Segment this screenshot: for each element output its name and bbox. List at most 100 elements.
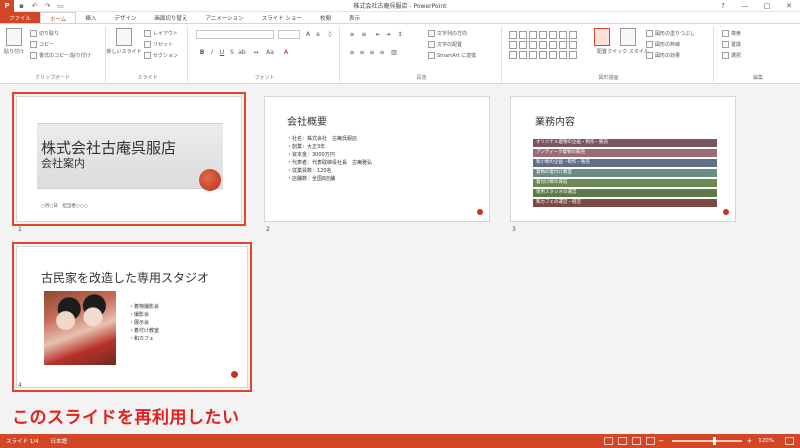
minimize-button[interactable]: — bbox=[734, 0, 756, 12]
underline-icon[interactable]: U bbox=[218, 48, 226, 56]
slide-sorter-view-icon[interactable] bbox=[617, 437, 627, 445]
shape-icon[interactable] bbox=[569, 51, 577, 59]
bullets-icon[interactable]: ≡ bbox=[348, 30, 356, 38]
close-button[interactable]: ✕ bbox=[778, 0, 800, 12]
strikethrough-icon[interactable]: ab bbox=[238, 48, 246, 56]
shape-fill-button[interactable]: 図形の塗りつぶし bbox=[646, 29, 695, 38]
effects-icon bbox=[646, 52, 653, 59]
shape-effects-button[interactable]: 図形の効果 bbox=[646, 51, 680, 60]
help-button[interactable]: ? bbox=[712, 0, 734, 12]
align-right-icon[interactable]: ≡ bbox=[368, 48, 376, 56]
shape-fill-label: 図形の塗りつぶし bbox=[655, 31, 696, 37]
shape-icon[interactable] bbox=[519, 41, 527, 49]
layout-button[interactable]: レイアウト bbox=[144, 29, 178, 38]
change-case-icon[interactable]: Aa bbox=[266, 48, 274, 56]
slide-thumbnail-1[interactable]: 株式会社古庵呉服店 会社案内 ○月○日 担当者○○○ bbox=[12, 92, 246, 226]
align-center-icon[interactable]: ≡ bbox=[358, 48, 366, 56]
char-spacing-icon[interactable]: ↔ bbox=[252, 48, 260, 56]
italic-icon[interactable]: I bbox=[208, 48, 216, 56]
numbering-icon[interactable]: ≡ bbox=[360, 30, 368, 38]
shape-icon[interactable] bbox=[529, 31, 537, 39]
zoom-in-button[interactable]: + bbox=[746, 437, 752, 445]
layout-label: レイアウト bbox=[153, 31, 179, 37]
maximize-button[interactable]: □ bbox=[756, 0, 778, 12]
shape-icon[interactable] bbox=[549, 51, 557, 59]
font-group: A a ◊ B I U S ab ↔ Aa A フォント bbox=[190, 26, 340, 82]
save-icon[interactable]: ▪ bbox=[16, 1, 27, 11]
shadow-icon[interactable]: S bbox=[228, 48, 236, 56]
shape-icon[interactable] bbox=[509, 41, 517, 49]
shape-outline-button[interactable]: 図形の枠線 bbox=[646, 40, 680, 49]
reading-view-icon[interactable] bbox=[631, 437, 641, 445]
cut-button[interactable]: 切り取り bbox=[30, 29, 59, 38]
copy-button[interactable]: コピー bbox=[30, 40, 54, 49]
shape-icon[interactable] bbox=[559, 31, 567, 39]
find-button[interactable]: 検索 bbox=[722, 29, 741, 38]
shape-icon[interactable] bbox=[539, 51, 547, 59]
quick-styles-label: クイック スタイル bbox=[607, 49, 649, 55]
shape-icon[interactable] bbox=[519, 51, 527, 59]
shape-effects-label: 図形の効果 bbox=[655, 53, 681, 59]
select-button[interactable]: 選択 bbox=[722, 51, 741, 60]
clear-format-icon[interactable]: ◊ bbox=[326, 30, 334, 38]
redo-icon[interactable]: ↷ bbox=[42, 1, 53, 11]
normal-view-icon[interactable] bbox=[603, 437, 613, 445]
shape-icon[interactable] bbox=[559, 51, 567, 59]
font-color-icon[interactable]: A bbox=[282, 48, 290, 56]
columns-icon[interactable]: ▥ bbox=[390, 48, 398, 56]
shape-icon[interactable] bbox=[559, 41, 567, 49]
justify-icon[interactable]: ≡ bbox=[378, 48, 386, 56]
paste-icon bbox=[6, 28, 22, 46]
quick-styles-icon bbox=[620, 28, 636, 46]
shape-gallery[interactable] bbox=[508, 30, 578, 70]
slide-thumbnail-2[interactable]: 会社概要 ・社名：株式会社 古庵呉服店 ・創業：大正3年 ・資本金：3000万円… bbox=[264, 96, 490, 222]
present-icon[interactable]: ▭ bbox=[55, 1, 66, 11]
shape-icon[interactable] bbox=[569, 31, 577, 39]
shape-icon[interactable] bbox=[519, 31, 527, 39]
zoom-level[interactable]: 120% bbox=[758, 438, 774, 444]
new-slide-button[interactable]: 新しいスライド bbox=[107, 26, 142, 60]
section-button[interactable]: セクション bbox=[144, 51, 178, 60]
undo-icon[interactable]: ↶ bbox=[29, 1, 40, 11]
kimono-photo bbox=[44, 291, 116, 365]
replace-button[interactable]: 置換 bbox=[722, 40, 741, 49]
language-indicator[interactable]: 日本語 bbox=[51, 437, 68, 445]
zoom-out-button[interactable]: − bbox=[659, 437, 665, 445]
fit-to-window-icon[interactable] bbox=[785, 437, 794, 445]
increase-indent-icon[interactable]: ⇥ bbox=[384, 30, 392, 38]
clipboard-group: 貼り付け 切り取り コピー 書式のコピー/貼り付け クリップボード bbox=[0, 26, 106, 82]
grow-font-icon[interactable]: A bbox=[304, 30, 312, 38]
align-left-icon[interactable]: ≡ bbox=[348, 48, 356, 56]
text-direction-button[interactable]: 文字列の方向 bbox=[428, 29, 467, 38]
format-painter-button[interactable]: 書式のコピー/貼り付け bbox=[30, 51, 91, 60]
slideshow-view-icon[interactable] bbox=[645, 437, 655, 445]
list-item: ・従業員数：120名 bbox=[287, 168, 332, 174]
paste-button[interactable]: 貼り付け bbox=[2, 26, 26, 60]
shape-icon[interactable] bbox=[529, 51, 537, 59]
shape-icon[interactable] bbox=[569, 41, 577, 49]
reset-button[interactable]: リセット bbox=[144, 40, 173, 49]
shape-icon[interactable] bbox=[539, 31, 547, 39]
bold-icon[interactable]: B bbox=[198, 48, 206, 56]
font-size-input[interactable] bbox=[278, 30, 300, 39]
pen-icon bbox=[646, 41, 653, 48]
shape-icon[interactable] bbox=[539, 41, 547, 49]
quick-styles-button[interactable]: クイック スタイル bbox=[607, 26, 649, 60]
shape-icon[interactable] bbox=[549, 31, 557, 39]
decrease-indent-icon[interactable]: ⇤ bbox=[374, 30, 382, 38]
align-text-button[interactable]: 文字の配置 bbox=[428, 40, 462, 49]
shape-icon[interactable] bbox=[549, 41, 557, 49]
shape-icon[interactable] bbox=[529, 41, 537, 49]
smartart-button[interactable]: SmartArt に変換 bbox=[428, 51, 476, 60]
zoom-slider[interactable] bbox=[672, 437, 743, 445]
shrink-font-icon[interactable]: a bbox=[314, 30, 322, 38]
zoom-slider-thumb[interactable] bbox=[712, 437, 716, 445]
shape-icon[interactable] bbox=[509, 51, 517, 59]
decorative-dot-icon bbox=[477, 209, 483, 215]
slide-count: スライド 1/4 bbox=[6, 439, 39, 445]
font-name-input[interactable] bbox=[196, 30, 274, 39]
slide-thumbnail-4[interactable]: 古民家を改造した専用スタジオ ・着物撮影会 ・撮影会 ・展示会 ・着付け教室 ・… bbox=[12, 242, 252, 392]
line-spacing-icon[interactable]: ↕ bbox=[396, 30, 404, 38]
shape-icon[interactable] bbox=[509, 31, 517, 39]
slide-thumbnail-3[interactable]: 業務内容 オリジナル着物の企画・制作・販売 アンティーク着物の販売 和小物の企画… bbox=[510, 96, 736, 222]
